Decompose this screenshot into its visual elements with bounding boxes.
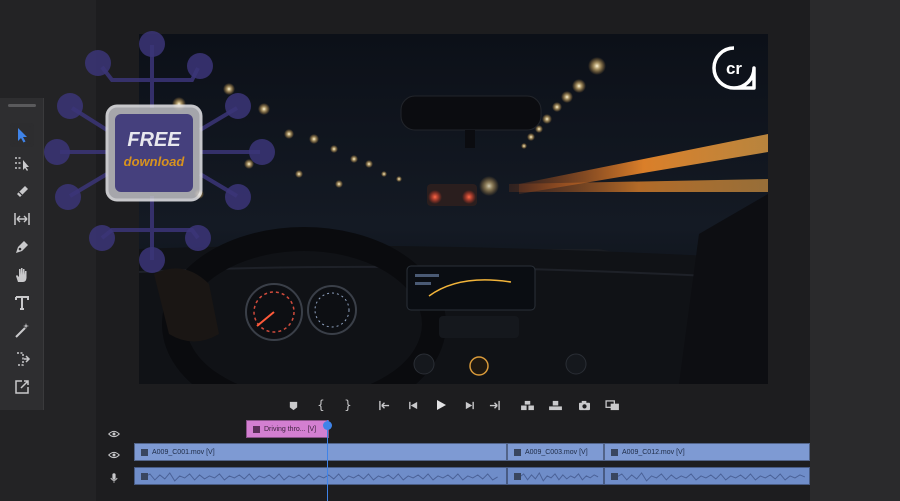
track-select-tool[interactable] xyxy=(10,151,34,175)
step-back-button[interactable] xyxy=(404,396,422,414)
clip-label: Driving thro... [V] xyxy=(264,425,317,433)
transport-controls: { } xyxy=(270,396,630,416)
badge-free-text: FREE xyxy=(127,129,181,151)
video-clip[interactable]: A009_C012.mov [V] xyxy=(604,443,810,461)
audio-clip[interactable] xyxy=(604,467,810,485)
export-tool[interactable] xyxy=(10,375,34,399)
video-clip[interactable]: A009_C001.mov [V] xyxy=(134,443,507,461)
clip-label: A009_C012.mov [V] xyxy=(622,448,685,456)
audio-clip[interactable] xyxy=(507,467,604,485)
pen-tool[interactable] xyxy=(10,235,34,259)
generative-extend-tool[interactable] xyxy=(10,347,34,371)
track-v1-visibility-toggle[interactable] xyxy=(106,448,122,462)
type-tool[interactable] xyxy=(10,291,34,315)
fx-badge xyxy=(253,425,260,433)
audio-waveform xyxy=(519,471,599,482)
eye-icon xyxy=(108,451,120,459)
step-forward-button[interactable] xyxy=(460,396,478,414)
magic-wand-icon xyxy=(15,323,29,338)
extend-icon xyxy=(17,352,31,366)
go-to-in-button[interactable] xyxy=(375,396,393,414)
mark-in-icon: { xyxy=(317,398,325,412)
add-marker-button[interactable] xyxy=(284,396,302,414)
audio-waveform xyxy=(144,472,498,482)
go-to-in-icon xyxy=(378,400,389,410)
comparison-icon xyxy=(604,399,619,410)
arrow-pointer-icon xyxy=(13,126,31,144)
badge-download-text: download xyxy=(124,154,186,169)
audio-clip[interactable] xyxy=(134,467,507,485)
fx-badge xyxy=(141,472,148,480)
type-icon xyxy=(15,296,29,310)
marker-icon xyxy=(289,401,297,410)
step-back-icon xyxy=(408,401,417,409)
insert-icon xyxy=(520,400,534,410)
overwrite-icon xyxy=(548,400,562,410)
timeline-panel: Driving thro... [V] A009_C001.mov [V] A0… xyxy=(96,418,810,501)
mark-out-icon: } xyxy=(344,398,352,412)
slip-icon xyxy=(14,213,30,225)
remix-tool[interactable] xyxy=(10,319,34,343)
play-icon xyxy=(437,400,446,410)
insert-button[interactable] xyxy=(518,396,536,414)
eye-icon xyxy=(108,430,120,438)
mark-out-button[interactable]: } xyxy=(339,396,357,414)
comparison-view-button[interactable] xyxy=(603,396,621,414)
fx-badge xyxy=(611,448,618,456)
overwrite-button[interactable] xyxy=(546,396,564,414)
go-to-out-button[interactable] xyxy=(485,396,503,414)
camera-icon xyxy=(578,400,590,410)
audio-waveform xyxy=(616,472,806,482)
play-button[interactable] xyxy=(432,396,450,414)
fx-badge xyxy=(514,472,521,480)
microphone-icon xyxy=(110,473,118,483)
playhead-handle[interactable] xyxy=(323,421,332,430)
editor-window: cr FREE download {} Driving thro... [V]… xyxy=(0,0,900,501)
slip-tool[interactable] xyxy=(10,207,34,231)
clip-label: A009_C003.mov [V] xyxy=(525,448,588,456)
selection-tool[interactable] xyxy=(10,123,34,147)
fx-badge xyxy=(514,448,521,456)
video-clip[interactable]: A009_C003.mov [V] xyxy=(507,443,604,461)
fx-badge xyxy=(611,472,618,480)
free-download-badge: FREE download xyxy=(32,30,282,280)
track-v2-visibility-toggle[interactable] xyxy=(106,427,122,441)
right-panel-background xyxy=(810,0,900,501)
clip-label: A009_C001.mov [V] xyxy=(152,448,215,456)
fx-badge xyxy=(141,448,148,456)
playhead[interactable] xyxy=(327,420,328,501)
export-frame-button[interactable] xyxy=(575,396,593,414)
razor-tool[interactable] xyxy=(10,179,34,203)
razor-icon xyxy=(17,186,28,197)
mark-in-button[interactable]: { xyxy=(312,396,330,414)
track-a1-voiceover-toggle[interactable] xyxy=(106,471,122,485)
step-forward-icon xyxy=(465,401,474,409)
go-to-out-icon xyxy=(489,400,500,410)
logo-text: cr xyxy=(726,59,742,78)
cr-logo-icon: cr xyxy=(711,45,757,91)
track-select-icon xyxy=(15,157,29,171)
hand-icon xyxy=(16,268,27,282)
pen-icon xyxy=(16,241,28,253)
export-icon xyxy=(15,380,29,394)
title-clip[interactable]: Driving thro... [V] xyxy=(246,420,329,438)
hand-tool[interactable] xyxy=(10,263,34,287)
